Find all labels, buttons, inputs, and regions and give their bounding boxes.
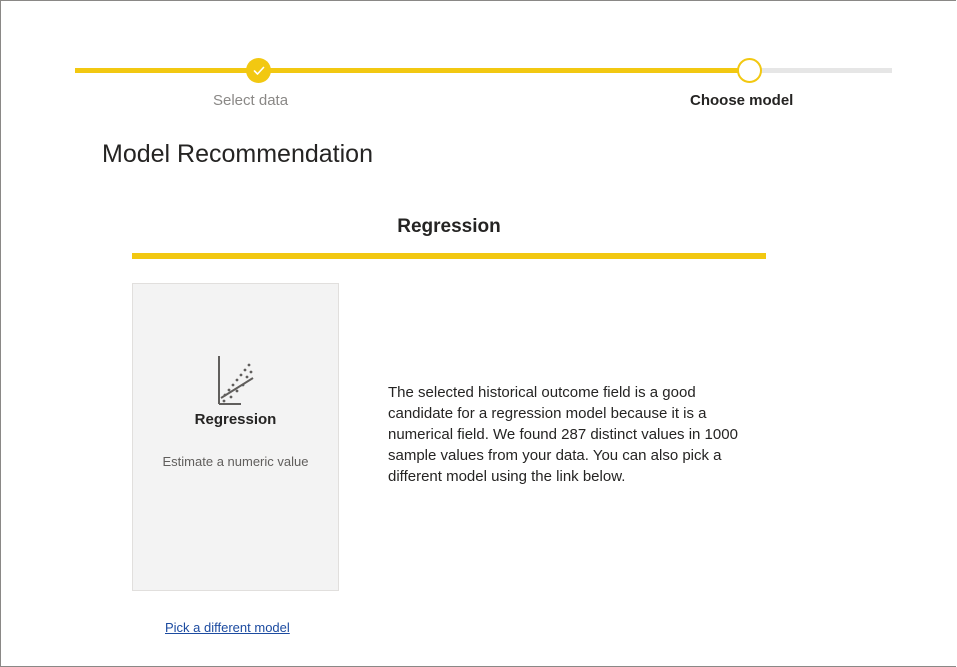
page-title: Model Recommendation xyxy=(102,140,373,168)
model-card-regression[interactable]: Regression Estimate a numeric value xyxy=(132,283,339,591)
step-choose-model-label: Choose model xyxy=(690,92,794,109)
step-choose-model-indicator xyxy=(737,58,762,83)
pick-different-model-link[interactable]: Pick a different model xyxy=(165,620,290,635)
step-select-data-label[interactable]: Select data xyxy=(213,92,288,109)
step-select-data-indicator[interactable] xyxy=(246,58,271,83)
stepper-progress-line-pending xyxy=(749,68,892,73)
stepper-progress-line-complete xyxy=(75,68,749,73)
tab-active-underline xyxy=(132,253,766,259)
tab-regression-label: Regression xyxy=(397,216,501,237)
model-card-description: Estimate a numeric value xyxy=(162,454,309,469)
regression-scatter-icon xyxy=(218,356,254,405)
tab-regression[interactable]: Regression xyxy=(132,212,766,259)
model-card-title: Regression xyxy=(194,411,277,428)
recommendation-text: The selected historical outcome field is… xyxy=(388,384,738,485)
checkmark-icon xyxy=(253,66,264,75)
